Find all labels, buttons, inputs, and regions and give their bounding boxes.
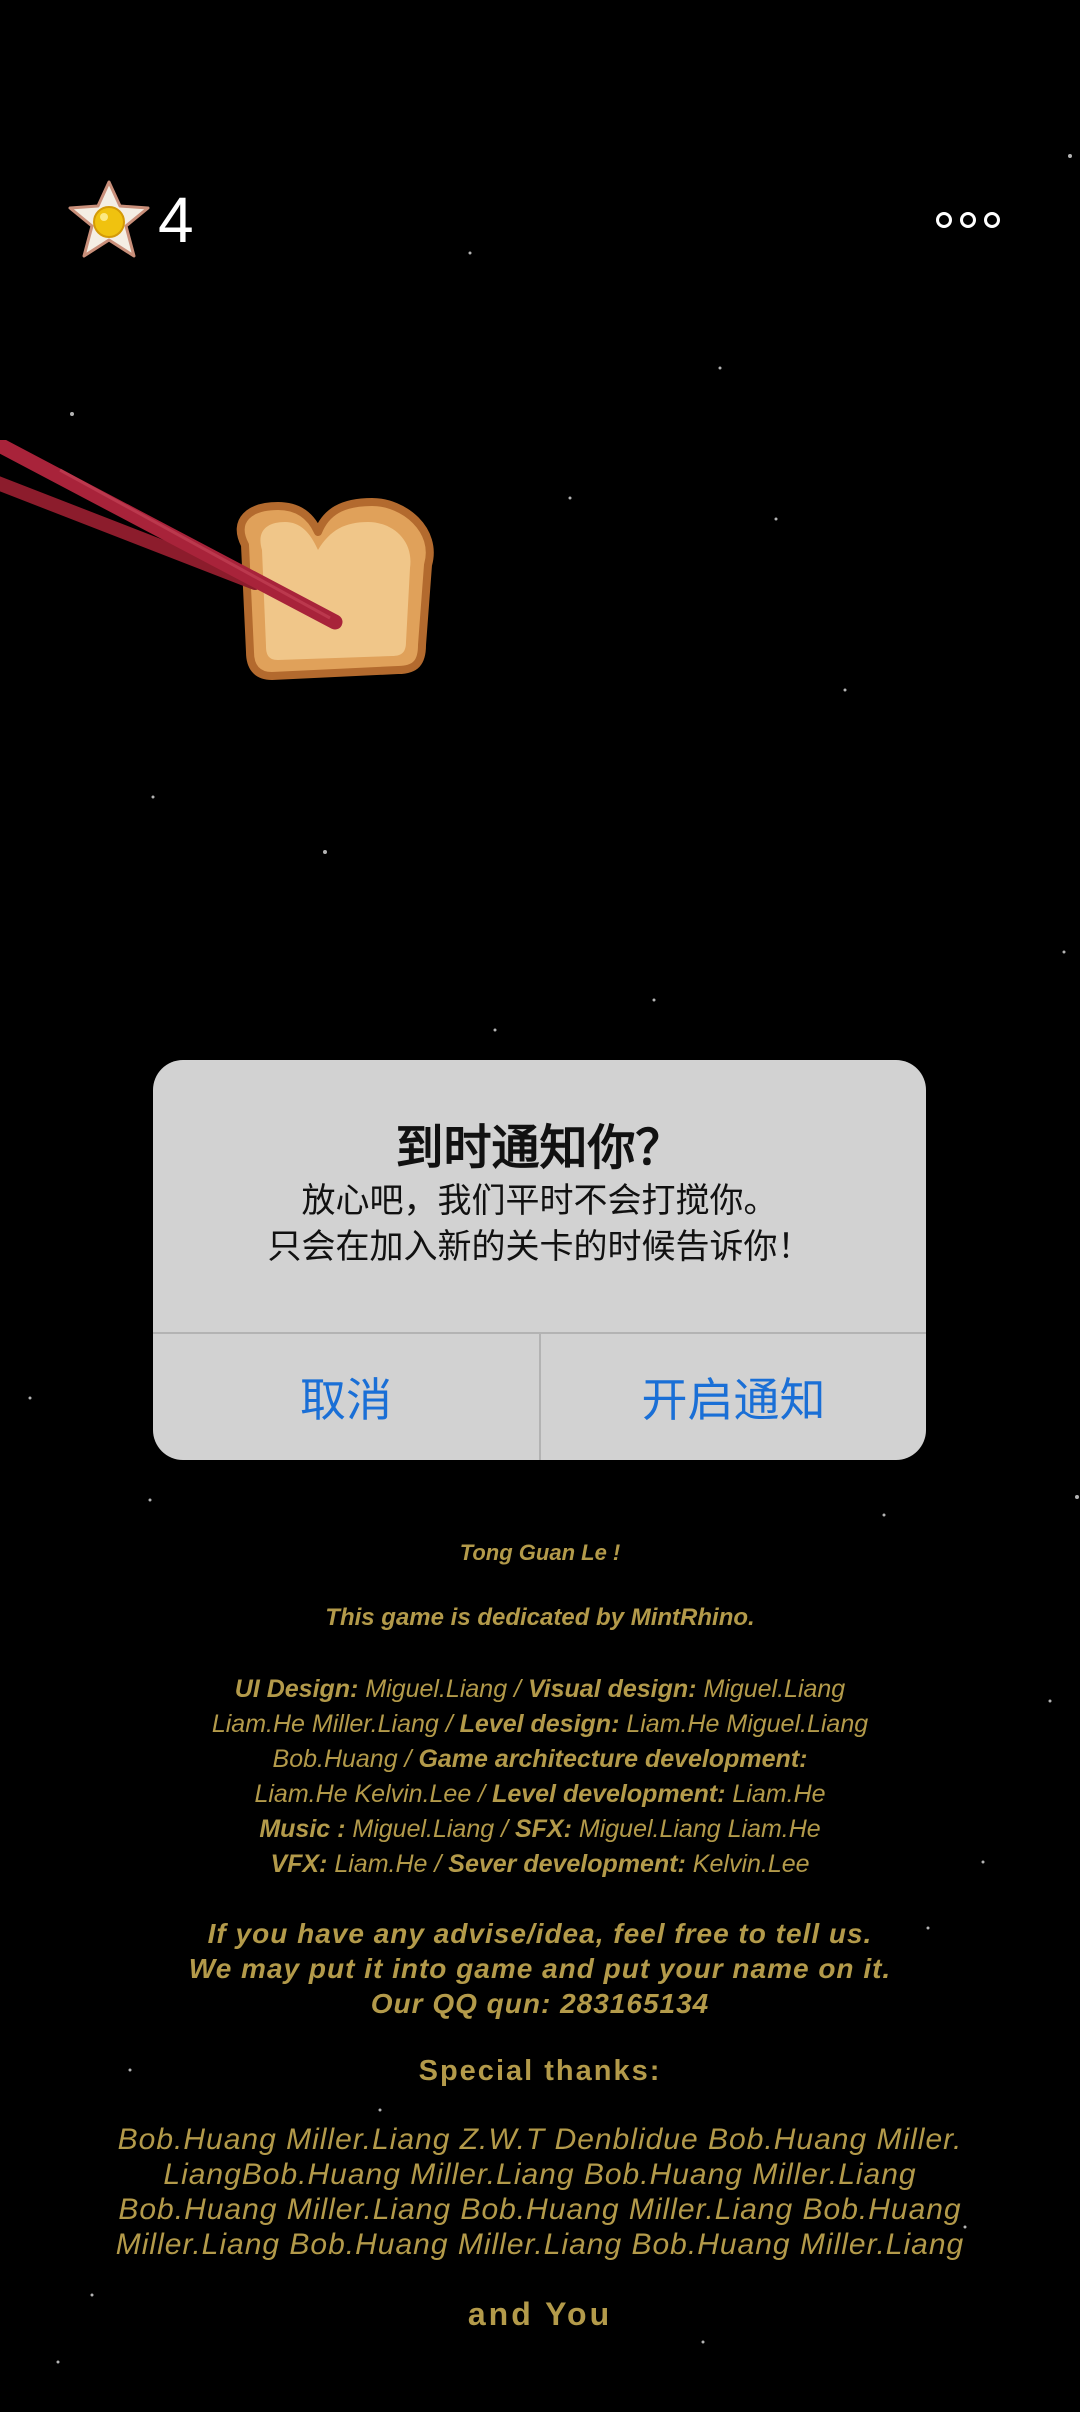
credits-role-line: VFX: Liam.He / Sever development: Kelvin… — [270, 1850, 810, 1878]
credits-title: Tong Guan Le ! — [459, 1540, 621, 1565]
credits-role-line: Liam.He Kelvin.Lee / Level development: … — [254, 1780, 826, 1808]
credits-thanks-names: Bob.Huang Miller.Liang Z.W.T Denblidue B… — [0, 2122, 1080, 2262]
credits-qq-group: Our QQ qun: 283165134 — [370, 1988, 710, 2019]
enable-notifications-button[interactable]: 开启通知 — [541, 1334, 926, 1460]
dialog-message-line: 只会在加入新的关卡的时候告诉你！ — [267, 1227, 812, 1267]
toast-with-chopsticks — [0, 440, 434, 680]
egg-score-count: 4 — [158, 184, 194, 256]
dialog-message-line: 放心吧，我们平时不会打搅你。 — [301, 1181, 778, 1221]
credits-special-thanks-heading: Special thanks: — [418, 2055, 662, 2087]
more-dots-icon — [984, 212, 1000, 228]
credits-names-line: Miller.Liang Bob.Huang Miller.Liang Bob.… — [115, 2228, 965, 2261]
dialog-title: 到时通知你？ — [395, 1120, 684, 1176]
more-dots-icon — [936, 212, 952, 228]
credits-feedback: If you have any advise/idea, feel free t… — [0, 1916, 1080, 2021]
fried-egg-star-icon — [68, 180, 150, 258]
credits-dedication: This game is dedicated by MintRhino. — [325, 1604, 755, 1631]
credits-names-line: LiangBob.Huang Miller.Liang Bob.Huang Mi… — [163, 2158, 917, 2191]
dialog-message: 放心吧，我们平时不会打搅你。 只会在加入新的关卡的时候告诉你！ — [153, 1178, 926, 1270]
credits-role-line: Liam.He Miller.Liang / Level design: Lia… — [211, 1710, 869, 1738]
credits-scroll: Tong Guan Le ! This game is dedicated by… — [0, 1520, 1080, 2333]
cancel-button[interactable]: 取消 — [153, 1334, 539, 1460]
credits-role-line: Music : Miguel.Liang / SFX: Miguel.Liang… — [259, 1815, 821, 1843]
more-options-button[interactable] — [928, 200, 1008, 240]
credits-names-line: Bob.Huang Miller.Liang Z.W.T Denblidue B… — [117, 2123, 963, 2156]
credits-feedback-line: We may put it into game and put your nam… — [188, 1953, 892, 1984]
credits-feedback-line: If you have any advise/idea, feel free t… — [207, 1918, 873, 1949]
more-dots-icon — [960, 212, 976, 228]
credits-role-line: Bob.Huang / Game architecture developmen… — [272, 1745, 808, 1773]
notification-dialog: 到时通知你？ 放心吧，我们平时不会打搅你。 只会在加入新的关卡的时候告诉你！ 取… — [153, 1060, 926, 1460]
credits-names-line: Bob.Huang Miller.Liang Bob.Huang Miller.… — [118, 2193, 962, 2226]
credits-role-line: UI Design: Miguel.Liang / Visual design:… — [234, 1675, 846, 1703]
credits-closing: and You — [467, 2296, 613, 2332]
credits-roles: UI Design: Miguel.Liang / Visual design:… — [0, 1672, 1080, 1882]
